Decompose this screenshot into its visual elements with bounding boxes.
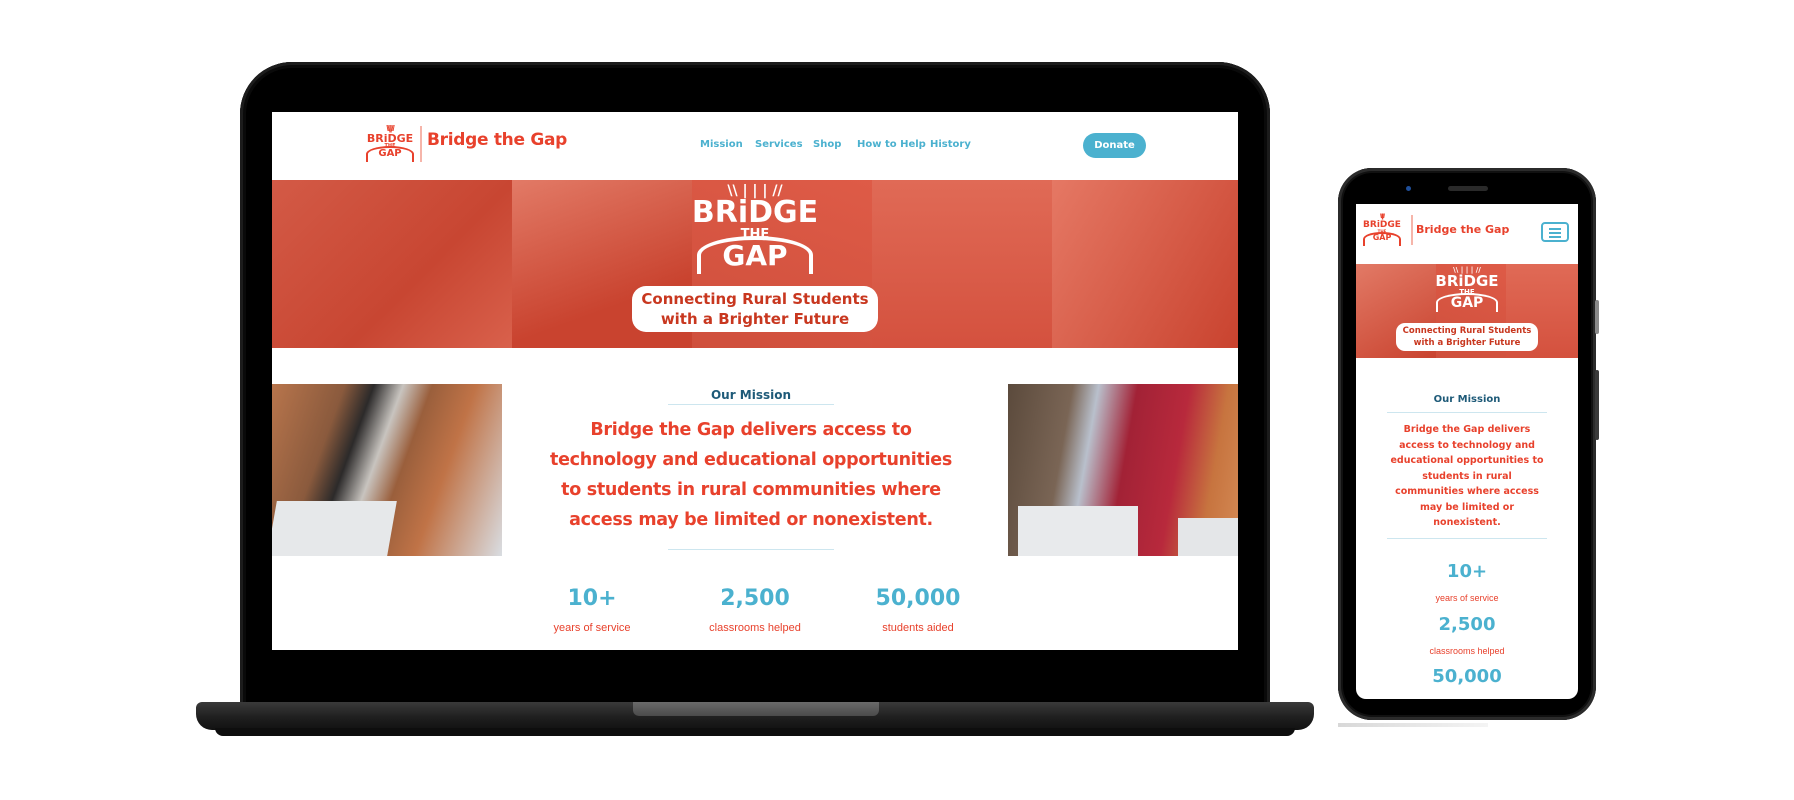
hamburger-menu-icon[interactable] <box>1541 222 1569 242</box>
nav-shop[interactable]: Shop <box>813 139 841 150</box>
mobile-website-screen: \\||// BRiDGE THE GAP Bridge the Gap \\ … <box>1356 204 1578 699</box>
phone-volume-button <box>1595 300 1599 334</box>
stat-students-label: students aided <box>882 622 954 634</box>
nav-mission[interactable]: Mission <box>700 139 743 150</box>
mission-line: communities where access <box>1395 486 1539 497</box>
bridge-arc-icon <box>1436 293 1498 312</box>
laptop-base-edge <box>215 728 1295 736</box>
mission-heading: Our Mission <box>1433 394 1501 405</box>
mission-divider-bottom <box>668 549 834 550</box>
laptop-shape <box>1178 518 1238 556</box>
brand-name[interactable]: Bridge the Gap <box>427 130 567 150</box>
hero-banner: \\ | | | // BRiDGE THE GAP Connecting Ru… <box>1356 264 1578 358</box>
stat-classrooms-value: 2,500 <box>720 586 790 611</box>
stat-students-value: 50,000 <box>1432 666 1502 687</box>
mission-line: technology and educational opportunities <box>550 450 952 470</box>
tagline-line-1: Connecting Rural Students <box>641 290 869 308</box>
mission-line: Bridge the Gap delivers <box>1403 424 1531 435</box>
mission-line: access may be limited or nonexistent. <box>569 510 933 530</box>
stat-students-value: 50,000 <box>875 586 961 611</box>
brand-name[interactable]: Bridge the Gap <box>1416 223 1509 236</box>
nav-services[interactable]: Services <box>755 139 803 150</box>
tagline-line-1: Connecting Rural Students <box>1402 326 1532 336</box>
mission-statement: Bridge the Gap delivers access to techno… <box>537 415 965 535</box>
stat-years-value: 10+ <box>1446 561 1488 582</box>
hero-photo-boy-tablet <box>272 180 512 348</box>
tagline-line-2: with a Brighter Future <box>1413 338 1521 348</box>
mission-statement: Bridge the Gap delivers access to techno… <box>1378 422 1556 531</box>
hero-photo-student-back <box>1052 180 1238 348</box>
stat-classrooms-label: classrooms helped <box>709 622 801 634</box>
menu-bar <box>1549 228 1561 230</box>
mission-line: nonexistent. <box>1433 517 1501 528</box>
phone-shadow <box>1338 723 1488 727</box>
hero-banner: \\ | | | // BRiDGE THE GAP Connecting Ru… <box>272 180 1238 348</box>
laptop-shape <box>272 501 397 556</box>
hero-photo-monitor <box>872 180 1052 348</box>
mission-line: educational opportunities to <box>1390 455 1544 466</box>
logo-divider <box>420 126 422 162</box>
photo-girl-laptop <box>272 384 502 556</box>
stat-classrooms-value: 2,500 <box>1438 614 1496 635</box>
menu-bar <box>1549 232 1561 234</box>
brand-logo[interactable]: \\||// BRiDGE THE GAP <box>364 124 416 162</box>
hero-logo-gap-wrap: GAP <box>625 236 885 274</box>
mission-line: to students in rural communities where <box>561 480 941 500</box>
brand-logo[interactable]: \\||// BRiDGE THE GAP <box>1362 214 1402 247</box>
tagline-line-2: with a Brighter Future <box>660 310 850 328</box>
hero-logo-bridge: BRiDGE <box>691 195 819 230</box>
hero-logo-gap-wrap: GAP <box>1412 293 1522 312</box>
hero-tagline: Connecting Rural Students with a Brighte… <box>632 286 878 332</box>
hero-tagline: Connecting Rural Students with a Brighte… <box>1396 323 1538 351</box>
hero-logo: \\ | | | // BRiDGE THE GAP <box>625 184 885 274</box>
logo-divider <box>1411 215 1413 245</box>
laptop-shape <box>1018 506 1138 556</box>
logo-text-gap: GAP <box>1372 233 1392 242</box>
photo-boy-laptop <box>1008 384 1238 556</box>
mission-line: Bridge the Gap delivers access to <box>590 420 912 440</box>
mission-divider-top <box>668 404 834 405</box>
site-header: \\||// BRiDGE THE GAP Bridge the Gap Mis… <box>272 112 1238 178</box>
nav-history[interactable]: History <box>930 139 971 150</box>
donate-button[interactable]: Donate <box>1083 133 1146 158</box>
mission-line: students in rural <box>1422 470 1512 482</box>
phone-power-button <box>1595 370 1599 440</box>
bridge-arc-icon <box>697 236 813 274</box>
logo-text-gap: GAP <box>378 148 402 159</box>
mission-heading: Our Mission <box>710 388 792 402</box>
mission-divider-top <box>1387 412 1547 413</box>
stat-years-label: years of service <box>553 622 631 634</box>
mission-line: may be limited or <box>1419 501 1515 513</box>
hero-logo: \\ | | | // BRiDGE THE GAP <box>1412 266 1522 312</box>
stat-classrooms-label: classrooms helped <box>1429 646 1505 656</box>
mission-line: access to technology and <box>1399 439 1535 451</box>
stat-years-label: years of service <box>1435 593 1499 603</box>
hero-logo-bridge: BRiDGE <box>1435 272 1499 290</box>
laptop-hinge-notch <box>633 702 879 716</box>
stat-years-value: 10+ <box>567 586 617 611</box>
mission-divider-bottom <box>1387 538 1547 539</box>
nav-how-to-help[interactable]: How to Help <box>857 139 926 150</box>
desktop-website-screen: \\||// BRiDGE THE GAP Bridge the Gap Mis… <box>272 112 1238 650</box>
phone-camera <box>1406 186 1411 191</box>
menu-bar <box>1549 236 1561 238</box>
phone-speaker <box>1448 186 1488 191</box>
